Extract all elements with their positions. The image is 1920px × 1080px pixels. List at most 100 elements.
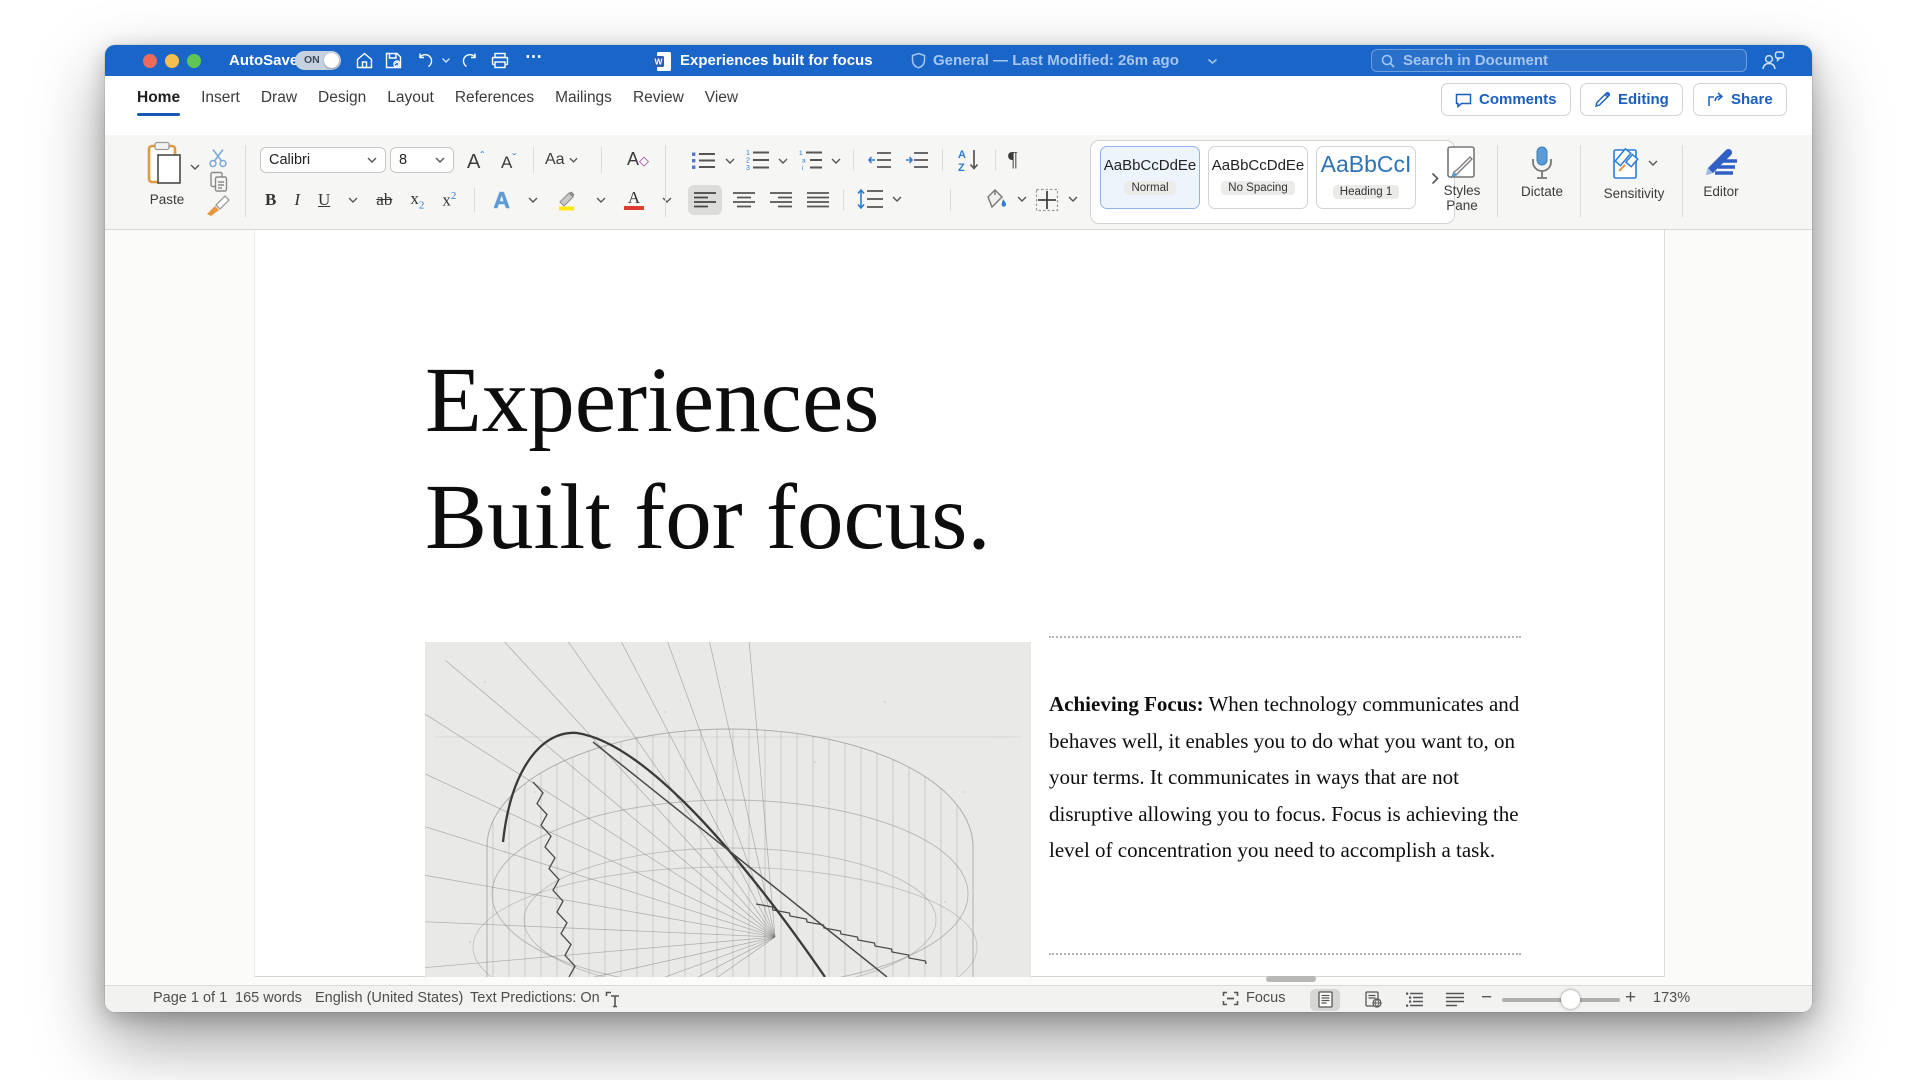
focus-icon[interactable] <box>1222 991 1239 1006</box>
highlight-chevron-icon[interactable] <box>596 197 606 204</box>
focus-label[interactable]: Focus <box>1246 990 1286 1006</box>
heading-line-2[interactable]: Built for focus. <box>425 459 991 576</box>
sensitivity-shield-icon[interactable] <box>911 52 926 69</box>
text-predictions-indicator[interactable]: Text Predictions: On <box>470 990 600 1006</box>
zoom-in-button[interactable]: + <box>1625 987 1636 1009</box>
document-paragraph[interactable]: Achieving Focus: When technology communi… <box>1049 686 1521 869</box>
line-spacing-chevron-icon[interactable] <box>892 196 902 203</box>
increase-indent-icon[interactable] <box>905 151 929 169</box>
word-count[interactable]: 165 words <box>235 990 302 1006</box>
comments-button[interactable]: Comments <box>1441 83 1571 116</box>
subscript-button[interactable]: x2 <box>410 189 424 211</box>
multilevel-list-chevron-icon[interactable] <box>831 158 841 165</box>
tab-home[interactable]: Home <box>137 89 180 116</box>
text-effects-button[interactable]: A <box>493 189 510 211</box>
bullet-list-icon[interactable] <box>692 151 716 170</box>
tab-references[interactable]: References <box>455 89 534 116</box>
tab-review[interactable]: Review <box>633 89 684 116</box>
share-button[interactable]: Share <box>1693 83 1787 116</box>
minimize-window-button[interactable] <box>165 54 179 68</box>
paste-button[interactable] <box>145 141 187 187</box>
align-left-button-active[interactable] <box>688 185 722 215</box>
paragraph-bold-lead[interactable]: Achieving Focus: <box>1049 692 1204 716</box>
italic-button[interactable]: I <box>294 190 300 210</box>
document-status[interactable]: General — Last Modified: 26m ago <box>933 52 1179 69</box>
paragraph-body[interactable]: When technology communicates and behaves… <box>1049 692 1519 862</box>
print-layout-view-button[interactable] <box>1310 989 1340 1011</box>
document-right-column[interactable]: Achieving Focus: When technology communi… <box>1049 636 1523 869</box>
highlight-button[interactable] <box>556 189 578 211</box>
bullet-list-chevron-icon[interactable] <box>725 158 735 165</box>
style-heading-1[interactable]: AaBbCcI Heading 1 <box>1316 146 1416 209</box>
styles-pane-button[interactable]: Styles Pane <box>1437 145 1487 213</box>
sort-icon[interactable]: AZ <box>957 147 983 173</box>
sensitivity-button[interactable]: Sensitivity <box>1595 145 1673 201</box>
numbered-list-icon[interactable]: 123 <box>745 149 769 171</box>
decrease-indent-icon[interactable] <box>868 151 892 169</box>
horizontal-scrollbar-thumb[interactable] <box>1266 976 1316 982</box>
shading-chevron-icon[interactable] <box>1017 196 1027 203</box>
zoom-window-button[interactable] <box>187 54 201 68</box>
pilcrow-button[interactable]: ¶ <box>1008 147 1018 172</box>
language-indicator[interactable]: English (United States) <box>315 990 463 1006</box>
font-size-select[interactable]: 8 <box>390 147 454 173</box>
borders-icon[interactable] <box>1035 188 1059 212</box>
tab-insert[interactable]: Insert <box>201 89 240 116</box>
search-input[interactable]: Search in Document <box>1371 49 1747 72</box>
bold-button[interactable]: B <box>265 190 276 210</box>
document-heading[interactable]: Experiences Built for focus. <box>425 342 991 576</box>
close-window-button[interactable] <box>143 54 157 68</box>
format-painter-icon[interactable] <box>205 194 231 216</box>
presence-people-icon[interactable] <box>1761 50 1785 71</box>
web-layout-view-button[interactable] <box>1358 989 1388 1011</box>
superscript-button[interactable]: x2 <box>442 190 456 211</box>
underline-button[interactable]: U <box>318 190 330 210</box>
editor-button[interactable]: Editor <box>1695 145 1747 199</box>
tab-view[interactable]: View <box>705 89 738 116</box>
strikethrough-button[interactable]: ab <box>376 190 392 210</box>
tab-draw[interactable]: Draw <box>261 89 297 116</box>
text-effects-chevron-icon[interactable] <box>528 197 538 204</box>
document-title[interactable]: Experiences built for focus <box>680 52 873 69</box>
redo-icon[interactable] <box>460 51 479 70</box>
text-predictions-icon[interactable] <box>605 991 622 1008</box>
shrink-font-button[interactable]: Aˇ <box>501 151 516 173</box>
align-right-button[interactable] <box>770 192 792 208</box>
more-commands-icon[interactable]: ⋯ <box>525 47 543 67</box>
font-color-button[interactable]: A <box>624 190 644 211</box>
tab-layout[interactable]: Layout <box>387 89 434 116</box>
grow-font-button[interactable]: Aˆ <box>467 149 484 174</box>
undo-chevron-icon[interactable] <box>441 57 451 64</box>
tab-mailings[interactable]: Mailings <box>555 89 612 116</box>
document-page[interactable]: Experiences Built for focus. <box>254 230 1665 977</box>
cut-icon[interactable] <box>208 148 230 168</box>
dictate-button[interactable]: Dictate <box>1513 145 1571 199</box>
zoom-out-button[interactable]: − <box>1481 987 1492 1009</box>
draft-view-button[interactable] <box>1440 989 1470 1011</box>
change-case-button[interactable]: Aa <box>545 151 578 169</box>
line-spacing-icon[interactable] <box>857 189 883 209</box>
align-center-button[interactable] <box>733 192 755 208</box>
zoom-level[interactable]: 173% <box>1653 990 1690 1006</box>
document-image[interactable] <box>425 642 1031 977</box>
autosave-toggle[interactable]: ON <box>295 51 341 70</box>
font-name-select[interactable]: Calibri <box>260 147 386 173</box>
zoom-slider-thumb[interactable] <box>1561 990 1580 1009</box>
numbered-list-chevron-icon[interactable] <box>778 158 788 165</box>
editing-button[interactable]: Editing <box>1580 83 1683 116</box>
font-color-chevron-icon[interactable] <box>662 197 672 204</box>
outline-view-button[interactable] <box>1400 989 1430 1011</box>
paste-chevron-icon[interactable] <box>190 158 200 176</box>
undo-icon[interactable] <box>416 51 435 70</box>
tab-design[interactable]: Design <box>318 89 366 116</box>
clear-formatting-button[interactable]: A◇ <box>627 149 649 170</box>
heading-line-1[interactable]: Experiences <box>425 342 991 459</box>
document-area[interactable]: Experiences Built for focus. <box>105 230 1812 985</box>
page-indicator[interactable]: Page 1 of 1 <box>153 990 227 1006</box>
style-normal[interactable]: AaBbCcDdEe Normal <box>1100 146 1200 209</box>
borders-chevron-icon[interactable] <box>1068 196 1078 203</box>
underline-chevron-icon[interactable] <box>348 197 358 204</box>
justify-button[interactable] <box>807 192 829 208</box>
shading-icon[interactable] <box>983 188 1009 210</box>
multilevel-list-icon[interactable]: 1ai <box>798 149 822 171</box>
